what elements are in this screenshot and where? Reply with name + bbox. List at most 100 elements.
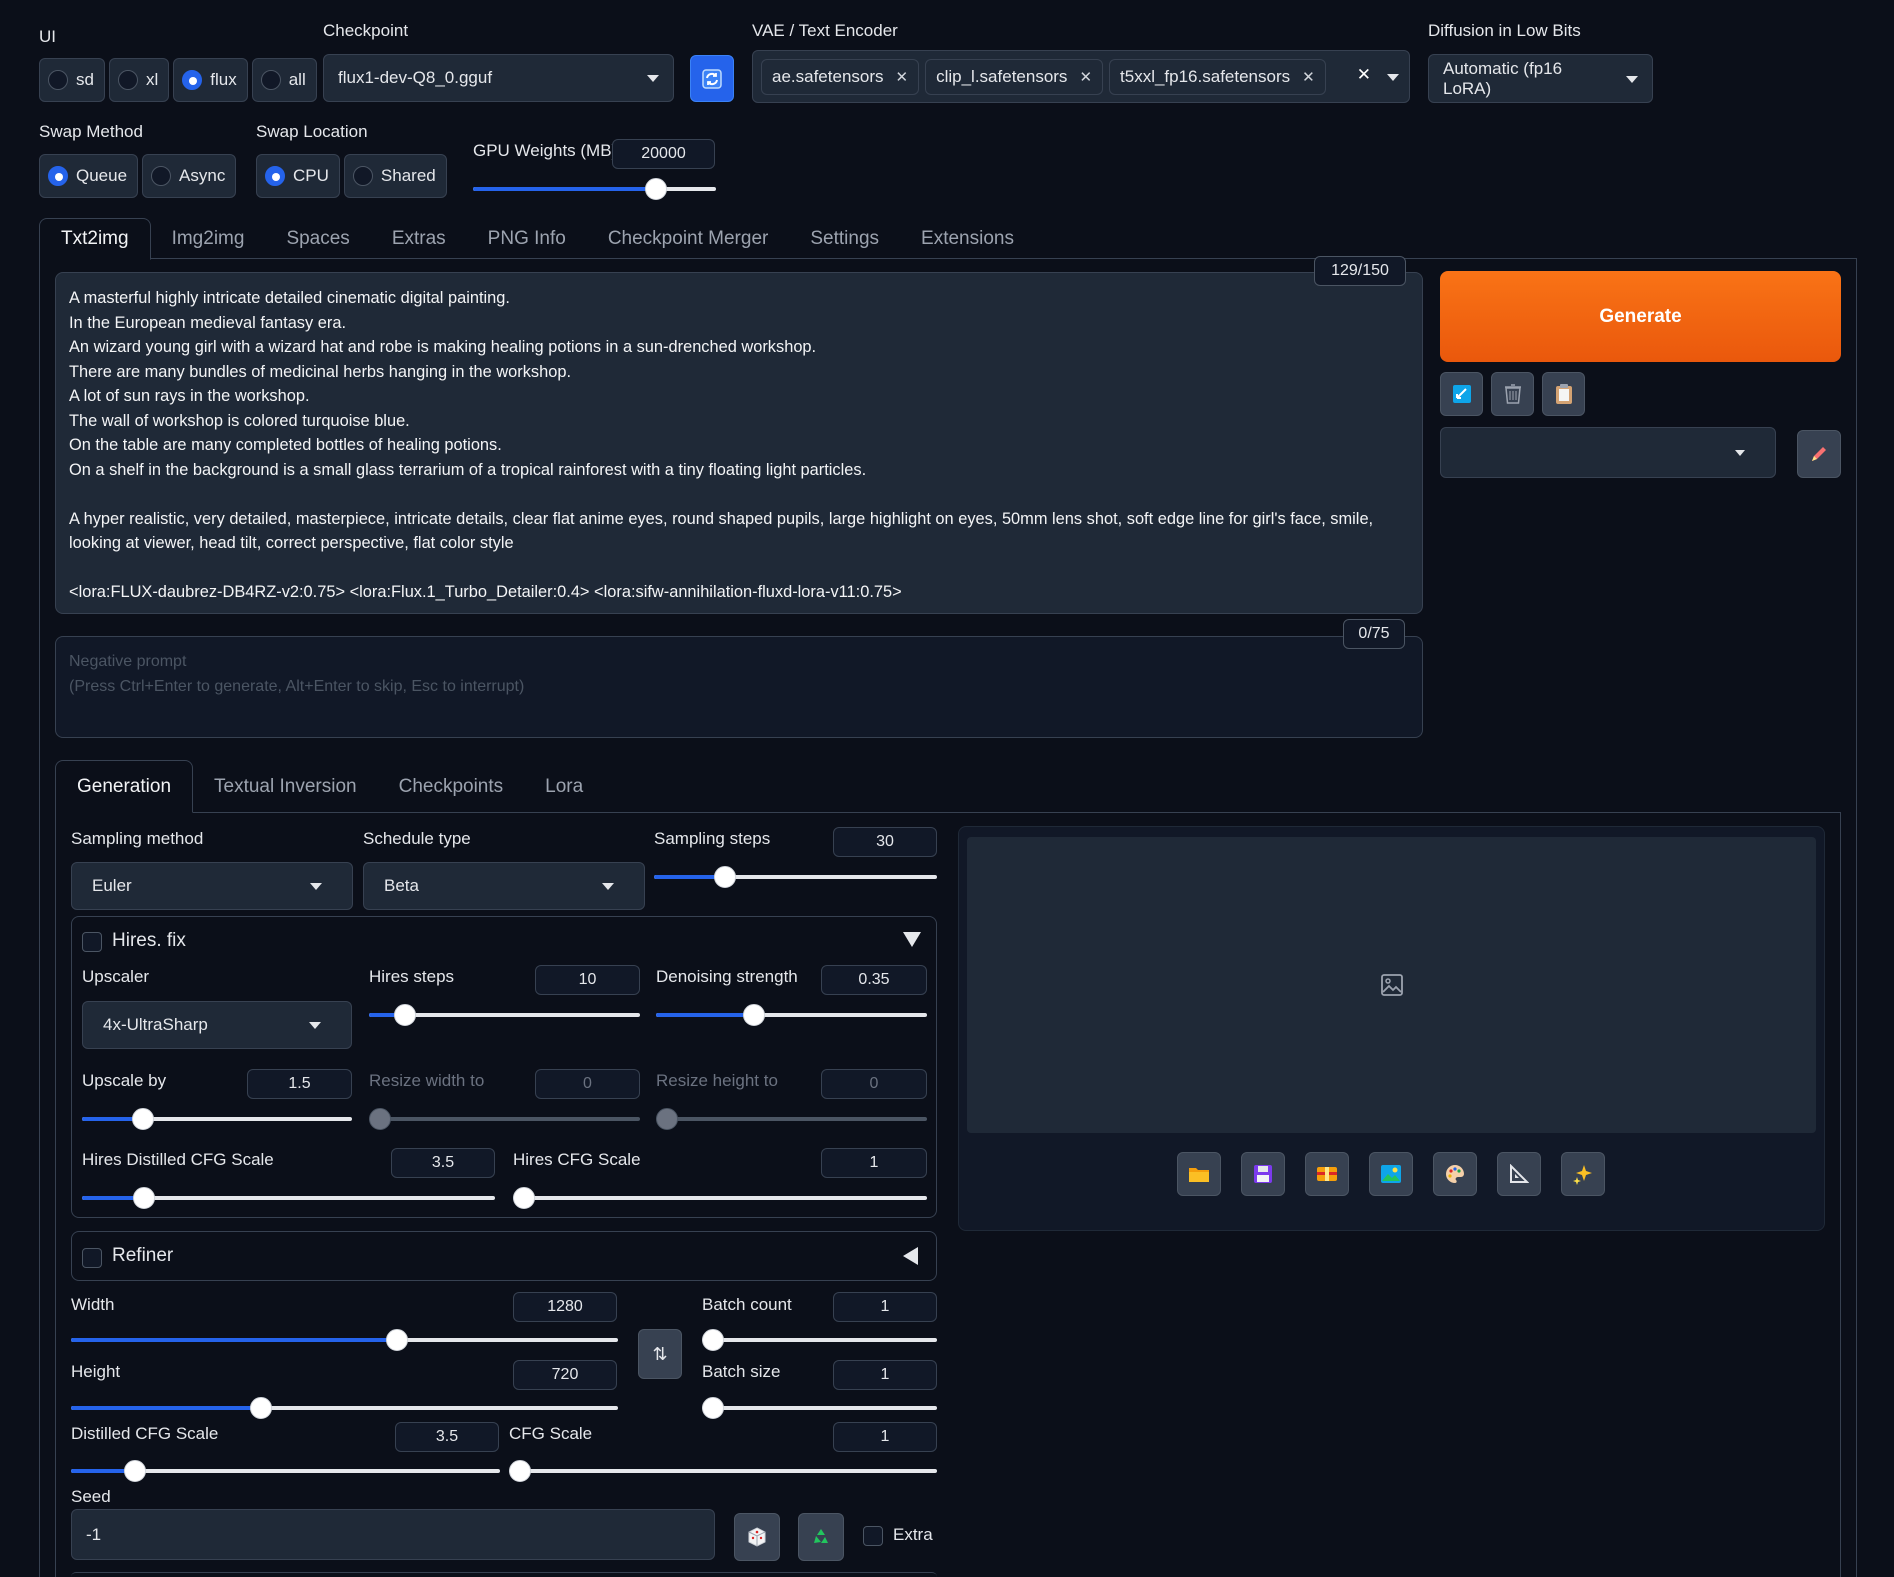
styles-dropdown[interactable] bbox=[1440, 427, 1776, 478]
tab-checkpoints[interactable]: Checkpoints bbox=[378, 760, 525, 813]
prompt-text: A masterful highly intricate detailed ci… bbox=[69, 289, 1374, 601]
width-slider[interactable] bbox=[71, 1329, 618, 1351]
hires-distilled-cfg-input[interactable]: 3.5 bbox=[391, 1148, 495, 1178]
resize-height-label: Resize height to bbox=[656, 1071, 778, 1090]
prompt-textarea[interactable]: A masterful highly intricate detailed ci… bbox=[55, 272, 1423, 614]
hires-cfg-slider[interactable] bbox=[513, 1187, 927, 1209]
ui-option-sd[interactable]: sd bbox=[39, 58, 105, 102]
hires-distilled-cfg-slider[interactable] bbox=[82, 1187, 495, 1209]
sampling-steps-input[interactable]: 30 bbox=[833, 827, 937, 857]
tab-generation[interactable]: Generation bbox=[55, 760, 194, 813]
resize-height-input[interactable]: 0 bbox=[821, 1069, 927, 1099]
trash-icon[interactable] bbox=[1491, 372, 1534, 416]
ui-option-all[interactable]: all bbox=[251, 58, 317, 102]
swap-dimensions-icon[interactable]: ⇅ bbox=[638, 1329, 682, 1379]
tab-textual-inversion[interactable]: Textual Inversion bbox=[193, 760, 378, 813]
batch-count-input[interactable]: 1 bbox=[833, 1292, 937, 1322]
schedule-type-dropdown[interactable]: Beta bbox=[363, 862, 645, 910]
tab-settings[interactable]: Settings bbox=[789, 218, 900, 260]
denoising-strength-input[interactable]: 0.35 bbox=[821, 965, 927, 995]
remove-icon[interactable]: ✕ bbox=[1302, 68, 1315, 86]
vae-chip[interactable]: clip_l.safetensors ✕ bbox=[925, 58, 1104, 95]
vae-multiselect[interactable]: ae.safetensors ✕ clip_l.safetensors ✕ t5xx… bbox=[752, 50, 1410, 103]
tab-png-info[interactable]: PNG Info bbox=[467, 218, 587, 260]
schedule-type-label: Schedule type bbox=[363, 829, 471, 848]
seed-input[interactable]: -1 bbox=[71, 1509, 715, 1560]
tab-txt2img[interactable]: Txt2img bbox=[39, 218, 151, 260]
ui-option-xl[interactable]: xl bbox=[108, 58, 170, 102]
image-placeholder-icon bbox=[1380, 973, 1404, 1002]
vae-chip[interactable]: t5xxl_fp16.safetensors ✕ bbox=[1109, 58, 1326, 95]
random-seed-dice-icon[interactable] bbox=[734, 1513, 780, 1561]
clipboard-icon[interactable] bbox=[1542, 372, 1585, 416]
swap-location-group: CPU Shared bbox=[256, 154, 447, 198]
tab-checkpoint-merger[interactable]: Checkpoint Merger bbox=[587, 218, 790, 260]
resize-width-slider[interactable] bbox=[369, 1108, 640, 1130]
send-to-extras-icon[interactable] bbox=[1497, 1152, 1541, 1196]
height-slider[interactable] bbox=[71, 1397, 618, 1419]
reuse-seed-recycle-icon[interactable] bbox=[798, 1513, 844, 1561]
clear-all-icon[interactable]: ✕ bbox=[1357, 65, 1371, 85]
checkpoint-label: Checkpoint bbox=[323, 21, 409, 40]
seed-label: Seed bbox=[71, 1487, 111, 1506]
resize-width-input[interactable]: 0 bbox=[535, 1069, 640, 1099]
checkpoint-dropdown[interactable]: flux1-dev-Q8_0.gguf bbox=[323, 54, 674, 102]
zip-icon[interactable] bbox=[1305, 1152, 1349, 1196]
swap-method-queue[interactable]: Queue bbox=[39, 154, 139, 198]
send-to-inpaint-icon[interactable] bbox=[1433, 1152, 1477, 1196]
gpu-weights-input[interactable]: 20000 bbox=[612, 139, 715, 169]
tab-lora[interactable]: Lora bbox=[524, 760, 604, 813]
folder-icon[interactable] bbox=[1177, 1152, 1221, 1196]
denoising-strength-slider[interactable] bbox=[656, 1004, 927, 1026]
generate-button[interactable]: Generate bbox=[1440, 271, 1841, 362]
ui-radio-group: sd xl flux all bbox=[39, 58, 317, 102]
lowbits-label: Diffusion in Low Bits bbox=[1428, 21, 1581, 40]
hires-cfg-input[interactable]: 1 bbox=[821, 1148, 927, 1178]
tab-spaces[interactable]: Spaces bbox=[265, 218, 370, 260]
sampling-method-dropdown[interactable]: Euler bbox=[71, 862, 353, 910]
distilled-cfg-input[interactable]: 3.5 bbox=[395, 1422, 499, 1452]
expand-triangle-icon[interactable] bbox=[903, 1247, 918, 1265]
gpu-weights-slider[interactable] bbox=[473, 178, 716, 200]
resize-height-slider[interactable] bbox=[656, 1108, 927, 1130]
sampling-steps-slider[interactable] bbox=[654, 866, 937, 888]
swap-location-cpu[interactable]: CPU bbox=[256, 154, 340, 198]
upscale-icon[interactable] bbox=[1561, 1152, 1605, 1196]
negative-prompt-textarea[interactable]: Negative prompt (Press Ctrl+Enter to gen… bbox=[55, 636, 1423, 738]
hires-steps-input[interactable]: 10 bbox=[535, 965, 640, 995]
batch-size-slider[interactable] bbox=[702, 1397, 937, 1419]
refresh-icon[interactable] bbox=[690, 55, 734, 102]
hires-fix-label: Hires. fix bbox=[112, 930, 186, 951]
tab-extras[interactable]: Extras bbox=[371, 218, 467, 260]
vae-chip[interactable]: ae.safetensors ✕ bbox=[761, 58, 920, 95]
ui-option-flux[interactable]: flux bbox=[173, 58, 248, 102]
send-to-img2img-icon[interactable] bbox=[1369, 1152, 1413, 1196]
batch-size-input[interactable]: 1 bbox=[833, 1360, 937, 1390]
height-input[interactable]: 720 bbox=[513, 1360, 617, 1390]
apply-styles-icon[interactable] bbox=[1440, 372, 1483, 416]
batch-count-slider[interactable] bbox=[702, 1329, 937, 1351]
remove-icon[interactable]: ✕ bbox=[1079, 68, 1092, 86]
upscale-by-input[interactable]: 1.5 bbox=[247, 1069, 352, 1099]
hires-fix-checkbox[interactable] bbox=[82, 932, 102, 952]
save-icon[interactable] bbox=[1241, 1152, 1285, 1196]
chevron-down-icon[interactable] bbox=[1387, 73, 1399, 81]
swap-method-async[interactable]: Async bbox=[142, 154, 237, 198]
lowbits-dropdown[interactable]: Automatic (fp16 LoRA) bbox=[1428, 54, 1653, 103]
distilled-cfg-slider[interactable] bbox=[71, 1460, 500, 1482]
width-input[interactable]: 1280 bbox=[513, 1292, 617, 1322]
upscale-by-slider[interactable] bbox=[82, 1108, 352, 1130]
upscaler-dropdown[interactable]: 4x-UltraSharp bbox=[82, 1001, 352, 1049]
edit-styles-icon[interactable] bbox=[1797, 430, 1841, 478]
collapse-triangle-icon[interactable] bbox=[903, 932, 921, 947]
remove-icon[interactable]: ✕ bbox=[896, 68, 909, 86]
tab-img2img[interactable]: Img2img bbox=[151, 218, 266, 260]
swap-location-shared[interactable]: Shared bbox=[343, 154, 447, 198]
hires-steps-slider[interactable] bbox=[369, 1004, 640, 1026]
cfg-scale-input[interactable]: 1 bbox=[833, 1422, 937, 1452]
refiner-checkbox[interactable] bbox=[82, 1248, 102, 1268]
cfg-scale-slider[interactable] bbox=[509, 1460, 937, 1482]
extra-checkbox[interactable] bbox=[863, 1526, 883, 1546]
tab-extensions[interactable]: Extensions bbox=[900, 218, 1035, 260]
swap-method-label: Swap Method bbox=[39, 122, 143, 141]
